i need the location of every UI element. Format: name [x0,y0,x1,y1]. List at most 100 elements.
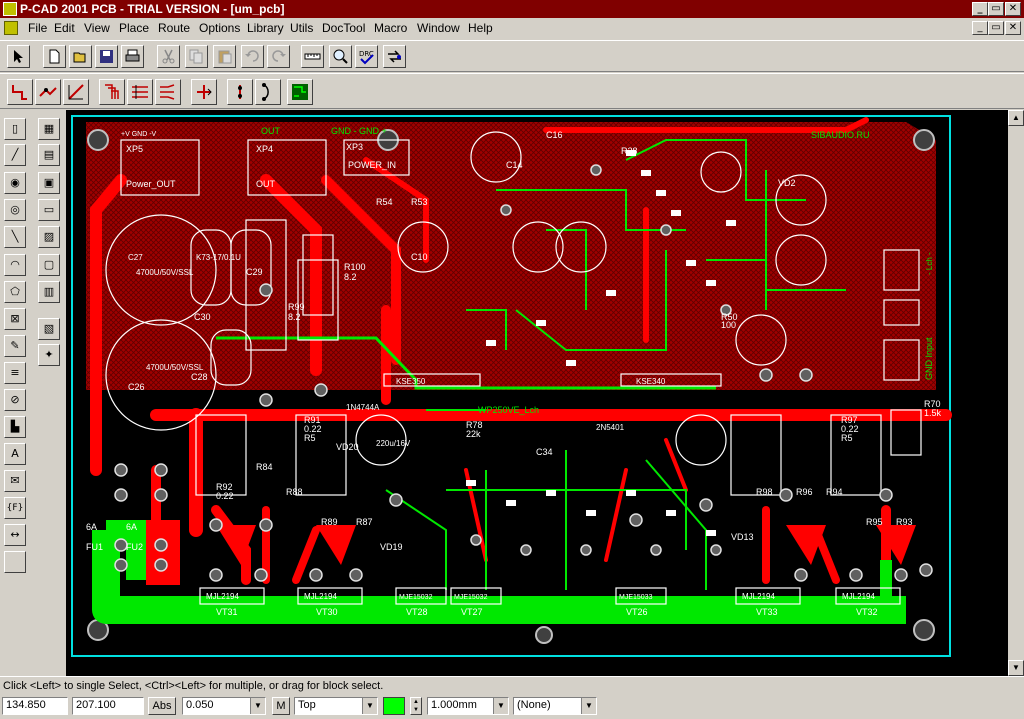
zoom-icon[interactable] [329,45,352,68]
pcb-label: 8.2 [288,312,301,322]
place-attribute-icon[interactable]: ✉ [4,470,26,492]
undo-icon[interactable] [241,45,264,68]
pcb-drawing[interactable]: +V GND -V OUT GND - GND + SIBAUDIO.RU XP… [66,110,1020,676]
menu-window[interactable]: Window [417,21,460,35]
pcb-label: FU1 [86,542,103,552]
vertical-scrollbar[interactable]: ▲ ▼ [1008,110,1024,676]
x-coordinate-field[interactable]: 134.850 [2,697,68,715]
chevron-down-icon[interactable]: ▼ [250,698,265,714]
paint-icon[interactable]: ✎ [4,335,26,357]
pcb-canvas[interactable]: +V GND -V OUT GND - GND + SIBAUDIO.RU XP… [66,110,1020,676]
route-interactive-icon[interactable] [35,79,61,105]
menu-help[interactable]: Help [468,21,493,35]
document-icon[interactable] [4,21,18,35]
maximize-button[interactable]: ▭ [988,2,1004,16]
grid-icon[interactable]: ▦ [38,118,60,140]
pcb-label: Power_OUT [126,179,176,189]
chevron-down-icon[interactable]: ▼ [493,698,508,714]
place-corner-icon[interactable]: ▙ [4,416,26,438]
print-icon[interactable] [121,45,144,68]
pcb-label: R93 [896,517,913,527]
app-icon[interactable] [3,2,17,16]
place-via-alt-icon[interactable]: ◎ [4,199,26,221]
scroll-down-button[interactable]: ▼ [1008,660,1024,676]
chevron-down-icon[interactable]: ▼ [362,698,377,714]
route-multi-icon[interactable] [99,79,125,105]
close-button[interactable]: ✕ [1005,2,1021,16]
place-extra-icon[interactable] [4,551,26,573]
y-coordinate-field[interactable]: 207.100 [72,697,144,715]
place-split-icon[interactable]: ▧ [38,318,60,340]
point-icon[interactable]: ✦ [38,344,60,366]
open-file-icon[interactable] [69,45,92,68]
abs-button[interactable]: Abs [148,697,176,715]
menu-file[interactable]: File [28,21,47,35]
place-line-icon[interactable]: ╲ [4,226,26,248]
bus-icon[interactable] [191,79,217,105]
menu-macro[interactable]: Macro [374,21,407,35]
menu-view[interactable]: View [84,21,110,35]
doc-restore-button[interactable]: ▭ [988,21,1004,35]
place-keepout-icon[interactable]: ▢ [38,254,60,276]
save-icon[interactable] [95,45,118,68]
place-polygon-icon[interactable]: ▭ [38,199,60,221]
doc-minimize-button[interactable]: _ [972,21,988,35]
place-field-brace-icon[interactable]: {F} [4,497,26,519]
doc-close-button[interactable]: ✕ [1005,21,1021,35]
placement-toolbar: ▯ ▦ ╱ ▤ ◉ ▣ ◎ ▭ ╲ ▨ ◠ ▢ ⬠ ▥ ⊠ ▧ ✎ ✦ ≡ ⊘ … [0,110,66,676]
paste-icon[interactable] [213,45,236,68]
menu-options[interactable]: Options [199,21,240,35]
route-miter-icon[interactable] [63,79,89,105]
net-select[interactable]: (None) ▼ [513,697,597,715]
jump-icon[interactable] [255,79,281,105]
menu-doctool[interactable]: DocTool [322,21,365,35]
line-width-select[interactable]: 1.000mm ▼ [427,697,509,715]
layer-color-swatch[interactable] [383,697,405,715]
new-file-icon[interactable] [43,45,66,68]
minimize-button[interactable]: _ [972,2,988,16]
place-dimension-icon[interactable]: ↔ [4,524,26,546]
place-text-icon[interactable]: A [4,443,26,465]
copy-icon[interactable] [185,45,208,68]
place-via-icon[interactable]: ◉ [4,172,26,194]
no-entry-icon[interactable]: ⊘ [4,389,26,411]
swap-icon[interactable] [383,45,406,68]
via [389,493,403,507]
place-polygon-outline-icon[interactable]: ⬠ [4,281,26,303]
m-button[interactable]: M [272,697,290,715]
redo-icon[interactable] [267,45,290,68]
measure-icon[interactable] [301,45,324,68]
menu-utils[interactable]: Utils [290,21,313,35]
route-bus-icon[interactable] [127,79,153,105]
layer-select[interactable]: Top ▼ [294,697,378,715]
drc-icon[interactable]: DRC [355,45,378,68]
spin-buttons[interactable]: ▲ ▼ [410,697,422,715]
pcb-label: R5 [841,433,853,443]
scroll-up-button[interactable]: ▲ [1008,110,1024,126]
chevron-down-icon[interactable]: ▼ [581,698,596,714]
autoroute-icon[interactable] [287,79,313,105]
place-cutout-icon[interactable]: ⊠ [4,308,26,330]
place-component-icon[interactable]: ▯ [4,118,26,140]
route-fanout-icon[interactable] [155,79,181,105]
menu-library[interactable]: Library [247,21,284,35]
place-pad-icon[interactable]: ▤ [38,144,60,166]
via [259,393,273,407]
place-connection-icon[interactable]: ╱ [4,144,26,166]
pcb-label: VD19 [380,542,403,552]
place-plane-icon[interactable]: ▥ [38,281,60,303]
push-icon[interactable] [227,79,253,105]
menu-place[interactable]: Place [119,21,149,35]
place-copper-icon[interactable]: ▨ [38,226,60,248]
menu-edit[interactable]: Edit [54,21,75,35]
pcb-label: R96 [796,487,813,497]
cut-icon[interactable] [157,45,180,68]
pcb-label: KSE340 [636,377,666,386]
stack-icon[interactable]: ≡ [4,362,26,384]
place-arc-icon[interactable]: ◠ [4,254,26,276]
grid-select[interactable]: 0.050 ▼ [182,697,266,715]
route-manual-icon[interactable] [7,79,33,105]
select-arrow-icon[interactable] [7,45,30,68]
menu-route[interactable]: Route [158,21,190,35]
place-field-icon[interactable]: ▣ [38,172,60,194]
